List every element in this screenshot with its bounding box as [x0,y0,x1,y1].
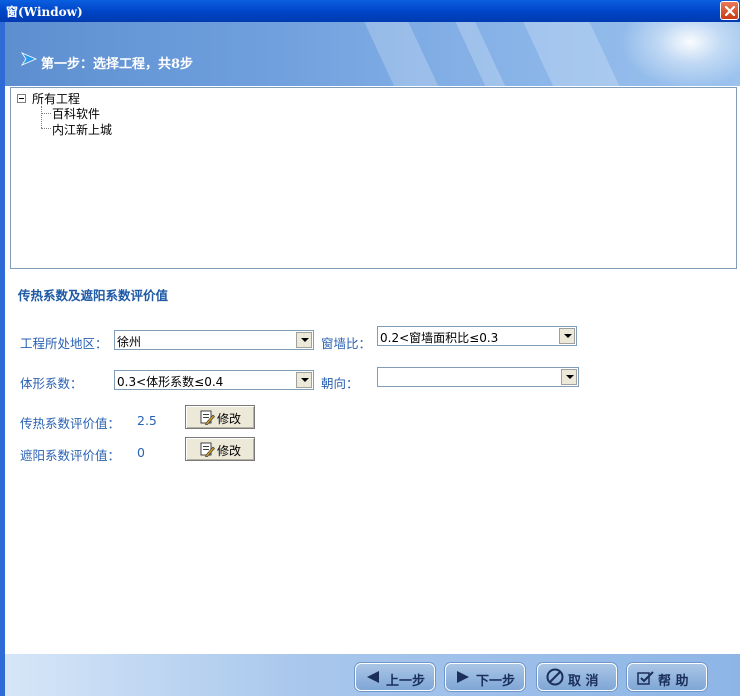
tree-item-project[interactable]: 内江新上城 [52,121,112,138]
shape-coefficient-select[interactable]: 0.3<体形系数≤0.4 [114,370,314,390]
region-value: 徐州 [117,335,142,349]
chevron-down-icon[interactable] [296,372,312,388]
window-wall-ratio-select[interactable]: 0.2<窗墙面积比≤0.3 [377,326,577,346]
window-title: 窗(Window) [6,5,83,19]
window-wall-ratio-value: 0.2<窗墙面积比≤0.3 [380,331,499,345]
cancel-button[interactable]: 取 消 [537,663,617,691]
edit-icon [200,442,215,457]
window-wall-ratio-label: 窗墙比： [321,336,372,351]
chevron-down-icon[interactable] [561,369,577,385]
help-button[interactable]: 帮 助 [627,663,707,691]
banner-glow [615,22,740,86]
help-label: 帮 助 [658,674,689,689]
prev-step-label: 上一步 [386,674,426,689]
chevron-down-icon[interactable] [296,332,312,348]
prev-step-button[interactable]: 上一步 [355,663,435,691]
next-step-button[interactable]: 下一步 [445,663,525,691]
shape-coefficient-value: 0.3<体形系数≤0.4 [117,375,224,389]
cancel-icon [546,668,564,686]
help-icon [637,671,654,685]
right-arrow-icon [457,671,469,683]
modify-heat-transfer-button[interactable]: 修改 [185,405,255,429]
title-bar: 窗(Window) [0,0,740,22]
modify-label: 修改 [217,412,242,426]
heat-transfer-label: 传热系数评价值： [20,416,121,431]
modify-shading-button[interactable]: 修改 [185,437,255,461]
step-arrow-icon [21,52,37,66]
heat-transfer-value: 2.5 [137,413,157,428]
region-label: 工程所处地区： [20,336,108,351]
modify-label: 修改 [217,444,242,458]
close-button[interactable] [720,1,739,20]
shading-value: 0 [137,445,145,460]
next-step-label: 下一步 [476,674,516,689]
close-icon [724,5,736,17]
edit-icon [200,410,215,425]
window-left-border [0,22,5,696]
chevron-down-icon[interactable] [559,328,575,344]
section-title: 传热系数及遮阳系数评价值 [18,288,169,303]
left-arrow-icon [367,671,379,683]
orientation-label: 朝向： [321,376,359,391]
step-title: 第一步：选择工程，共8步 [41,57,194,72]
tree-collapse-icon[interactable] [17,94,26,103]
project-tree[interactable]: 所有工程 百科软件 内江新上城 [10,87,737,269]
tree-item-project[interactable]: 百科软件 [52,105,100,122]
shading-label: 遮阳系数评价值： [20,448,121,463]
wizard-banner: 第一步：选择工程，共8步 [5,22,740,86]
region-select[interactable]: 徐州 [114,330,314,350]
cancel-label: 取 消 [568,674,599,689]
shape-coefficient-label: 体形系数： [20,376,83,391]
orientation-select[interactable] [377,367,579,387]
